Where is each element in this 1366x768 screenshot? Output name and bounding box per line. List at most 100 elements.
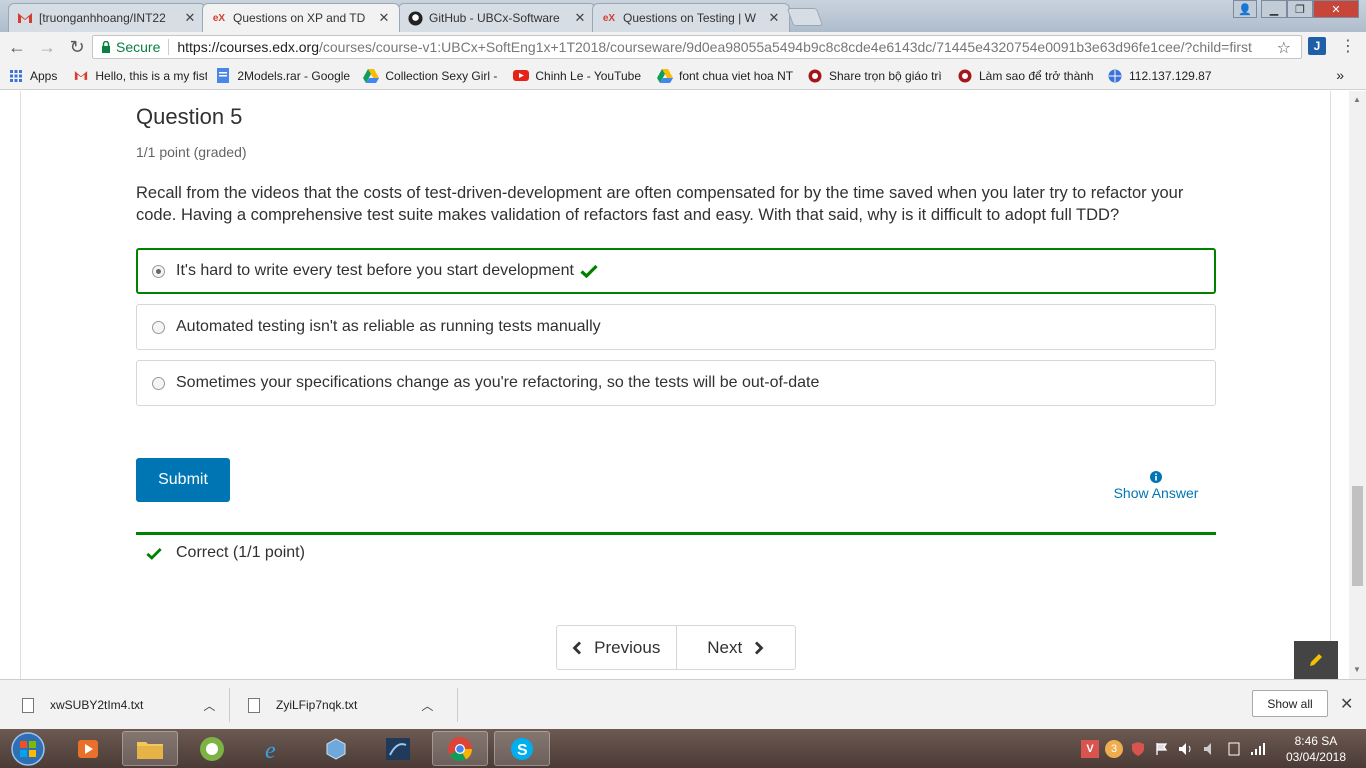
new-tab-button[interactable] (786, 8, 824, 26)
show-all-button[interactable]: Show all (1252, 690, 1328, 717)
tab-gmail[interactable]: [truonganhhoang/INT22 ✕ (8, 3, 206, 32)
github-icon (407, 10, 423, 26)
clock-date: 03/04/2018 (1285, 750, 1346, 764)
close-icon[interactable]: ✕ (183, 10, 197, 26)
forward-arrow-icon[interactable]: → (34, 34, 60, 60)
taskbar-explorer[interactable] (122, 731, 178, 766)
bookmark-font[interactable]: font chua viet hoa NT (649, 62, 799, 89)
divider (1330, 91, 1331, 679)
download-filename: xwSUBY2tIm4.txt (50, 698, 144, 712)
volume-icon[interactable] (1177, 740, 1195, 758)
svg-text:S: S (517, 742, 528, 759)
show-answer-button[interactable]: Show Answer (1100, 471, 1212, 501)
menu-icon[interactable]: ⋮ (1340, 36, 1356, 56)
taskbar-media-player[interactable] (60, 731, 116, 766)
window-close-button[interactable]: ✕ (1313, 0, 1359, 18)
clock[interactable]: 8:46 SA 03/04/2018 (1286, 733, 1346, 765)
divider (457, 688, 458, 722)
radio-button[interactable] (152, 376, 165, 390)
choice-option-2[interactable]: Automated testing isn't as reliable as r… (136, 304, 1216, 350)
edx-icon: eX (602, 12, 616, 24)
bookmark-youtube[interactable]: Chinh Le - YouTube (505, 62, 649, 89)
flag-icon[interactable] (1153, 740, 1171, 758)
tab-github[interactable]: GitHub - UBCx-Software ✕ (398, 3, 596, 32)
bookmark-collection[interactable]: Collection Sexy Girl - (355, 62, 505, 89)
minimize-button[interactable]: ▁ (1261, 0, 1287, 18)
previous-button[interactable]: Previous (557, 626, 676, 669)
choice-option-3[interactable]: Sometimes your specifications change as … (136, 360, 1216, 406)
back-arrow-icon[interactable]: ← (4, 34, 30, 60)
chevron-up-icon[interactable]: ︿ (203, 697, 215, 714)
coccoc-icon (200, 736, 224, 761)
bookmark-label: font chua viet hoa NT (679, 68, 794, 83)
next-button[interactable]: Next (677, 626, 796, 669)
submit-button[interactable]: Submit (136, 458, 230, 502)
folder-icon (137, 741, 163, 759)
taskbar-ie[interactable]: e (246, 731, 302, 766)
scroll-up-icon[interactable]: ▲ (1353, 95, 1361, 104)
speaker-icon[interactable] (1201, 740, 1219, 758)
dolphin-icon (386, 737, 410, 760)
clock-time: 8:46 SA (1294, 734, 1338, 748)
choice-option-1[interactable]: It's hard to write every test before you… (136, 248, 1216, 294)
download-item[interactable]: ZyiLFip7nqk.txt ︿ (248, 680, 433, 730)
scroll-thumb[interactable] (1352, 486, 1363, 586)
apps-grid-icon (8, 68, 24, 84)
bookmark-2models[interactable]: 2Models.rar - Google (207, 62, 355, 89)
maximize-button[interactable]: ❐ (1287, 0, 1313, 18)
user-icon[interactable]: 👤 (1233, 0, 1257, 18)
gmail-icon (17, 10, 33, 26)
scrollbar[interactable]: ▲ ▼ (1349, 91, 1366, 679)
scroll-down-icon[interactable]: ▼ (1353, 665, 1361, 674)
sequence-navigation: Previous Next (556, 625, 796, 670)
address-bar[interactable]: Secure https://courses.edx.org/courses/c… (92, 35, 1302, 59)
taskbar-virtualbox[interactable] (308, 731, 364, 766)
bookmarks-overflow-button[interactable]: » (1336, 67, 1344, 83)
next-label: Next (707, 637, 743, 657)
site-icon (807, 68, 823, 84)
app-tray-icon[interactable]: 3 (1105, 739, 1123, 758)
file-icon (248, 697, 260, 713)
checkmark-icon (146, 547, 162, 560)
bookmark-ip[interactable]: 112.137.129.87 (1099, 62, 1220, 89)
bookmark-apps[interactable]: Apps (0, 62, 65, 89)
close-icon[interactable]: ✕ (573, 10, 587, 26)
taskbar-mysql[interactable] (370, 731, 426, 766)
chevron-up-icon[interactable]: ︿ (421, 697, 433, 714)
choice-label: It's hard to write every test before you… (176, 262, 574, 279)
tab-questions-xp-tdd[interactable]: eX Questions on XP and TD ✕ (202, 3, 400, 32)
radio-button[interactable] (152, 320, 165, 334)
bookmark-gmail[interactable]: Hello, this is a my fist (65, 62, 207, 89)
close-icon[interactable]: ✕ (377, 10, 391, 26)
start-button[interactable] (6, 730, 50, 767)
taskbar-skype[interactable]: S (494, 731, 550, 766)
extension-icon[interactable]: J (1308, 37, 1326, 55)
divider (168, 39, 170, 55)
star-icon[interactable]: ☆ (1277, 38, 1291, 58)
shield-icon[interactable] (1129, 740, 1147, 758)
close-icon[interactable]: ✕ (1340, 694, 1353, 714)
reload-icon[interactable]: ↻ (64, 34, 90, 60)
download-item[interactable]: xwSUBY2tIm4.txt ︿ (22, 680, 215, 730)
bookmark-lam-sao[interactable]: Làm sao để trở thành (949, 62, 1099, 89)
info-icon (1150, 471, 1162, 483)
device-icon[interactable] (1225, 740, 1243, 758)
taskbar: e S V 3 8:46 SA 03/04/2018 (0, 729, 1366, 768)
taskbar-chrome[interactable] (432, 731, 488, 766)
bookmark-label: Collection Sexy Girl - (385, 68, 498, 83)
cube-icon (326, 737, 346, 760)
globe-icon (1107, 68, 1123, 84)
bookmark-label: Chinh Le - YouTube (535, 68, 641, 83)
edit-button[interactable] (1294, 641, 1338, 679)
chrome-icon (448, 736, 472, 761)
windows-logo-icon (11, 731, 45, 766)
secure-indicator[interactable]: Secure (101, 39, 160, 55)
close-icon[interactable]: ✕ (767, 10, 781, 26)
bookmark-share[interactable]: Share trọn bộ giáo trì (799, 62, 949, 89)
radio-button[interactable] (152, 264, 165, 278)
vietkey-icon[interactable]: V (1081, 739, 1099, 758)
taskbar-coccoc[interactable] (184, 731, 240, 766)
network-icon[interactable] (1249, 740, 1267, 758)
pencil-icon (1310, 654, 1322, 666)
tab-questions-testing[interactable]: eX Questions on Testing | W ✕ (592, 3, 790, 32)
